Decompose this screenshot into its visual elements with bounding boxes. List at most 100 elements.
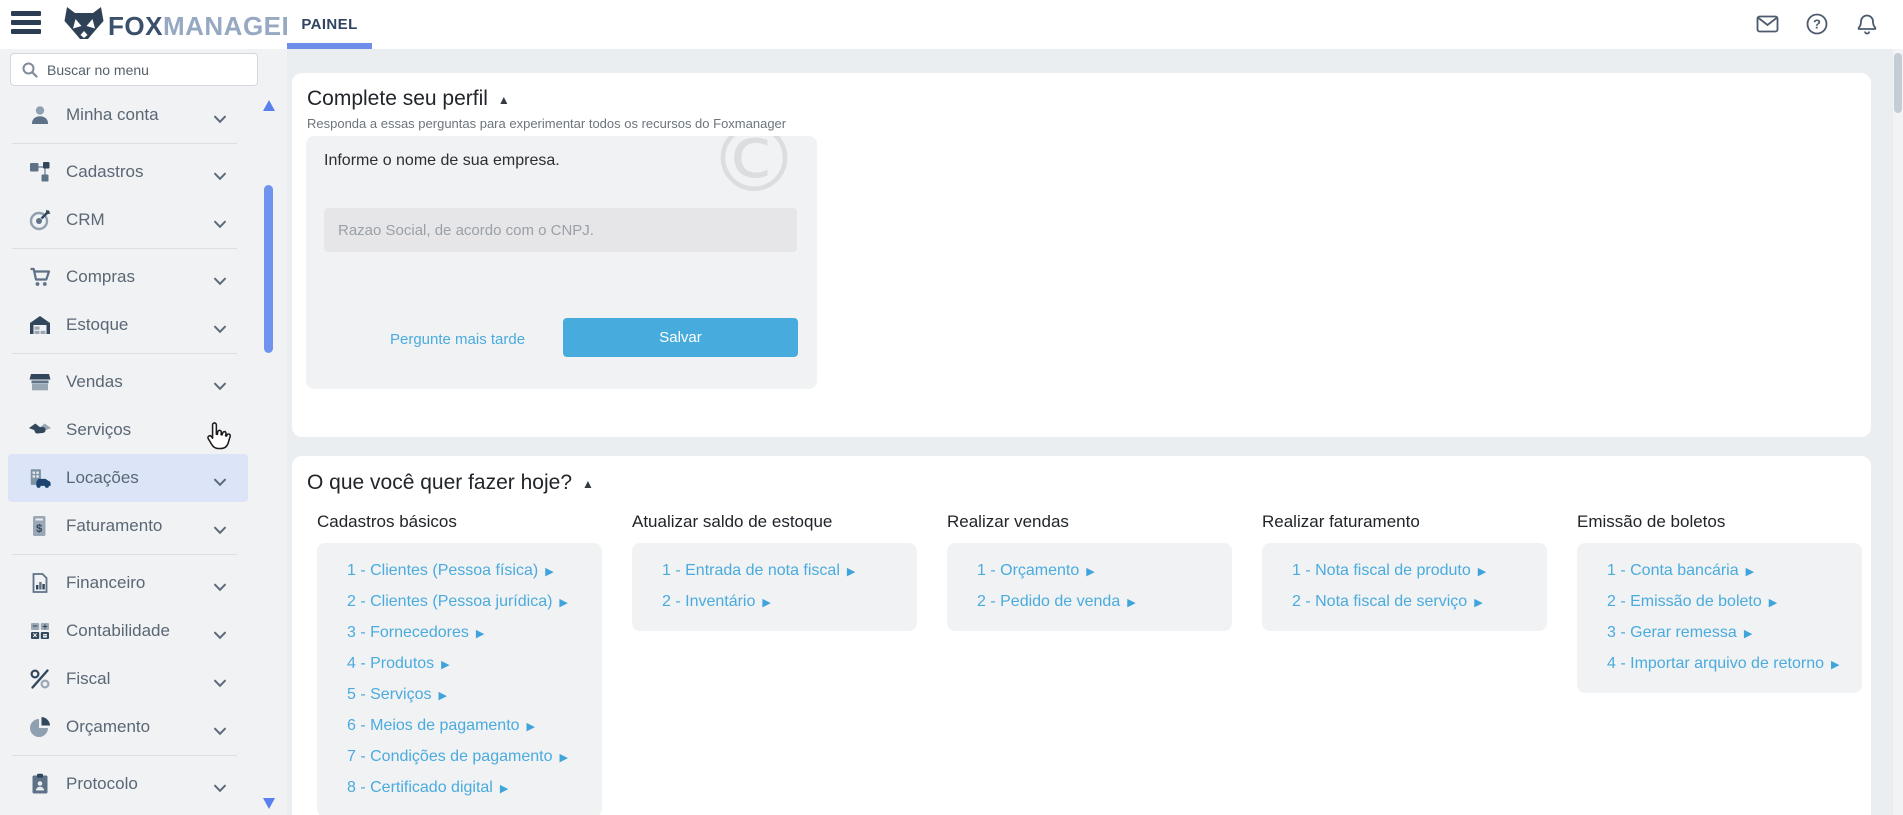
calculator-icon: − + × — [28, 619, 52, 643]
building-car-icon — [28, 466, 52, 490]
sidebar-item-label: Compras — [66, 267, 135, 286]
logo-text-fox: FOX — [108, 11, 163, 41]
fox-logo-icon — [64, 6, 104, 47]
chevron-down-icon[interactable] — [213, 216, 227, 234]
chevron-down-icon[interactable] — [213, 273, 227, 291]
clipboard-icon — [28, 772, 52, 796]
pie-icon — [28, 715, 52, 739]
quick-link[interactable]: 1 - Clientes (Pessoa física) ▶ — [347, 556, 586, 587]
sidebar-item-financeiro[interactable]: Financeiro — [8, 559, 248, 607]
sidebar-item-minha-conta[interactable]: Minha conta — [8, 91, 248, 139]
arrow-right-icon: ▶ — [1745, 566, 1755, 578]
quick-link[interactable]: 6 - Meios de pagamento ▶ — [347, 711, 586, 742]
chevron-down-icon[interactable] — [213, 168, 227, 186]
sidebar-item-cadastros[interactable]: Cadastros — [8, 148, 248, 196]
sidebar-item-label: Faturamento — [66, 516, 163, 535]
quick-link[interactable]: 3 - Fornecedores ▶ — [347, 618, 586, 649]
sidebar-item-fiscal[interactable]: Fiscal — [8, 655, 248, 703]
chevron-down-icon[interactable] — [213, 426, 227, 444]
chevron-down-icon[interactable] — [213, 321, 227, 339]
sidebar-item-estoque[interactable]: Estoque — [8, 301, 248, 349]
sidebar: Minha conta Cadastros CRM Compras Estoque Ven… — [0, 49, 287, 815]
tab-painel[interactable]: PAINEL — [287, 0, 372, 49]
page-scrollbar-thumb[interactable] — [1894, 53, 1902, 113]
sidebar-divider — [12, 248, 237, 249]
svg-text:$: $ — [36, 523, 42, 535]
sidebar-divider — [12, 353, 237, 354]
sidebar-nav: Minha conta Cadastros CRM Compras Estoque Ven… — [0, 91, 255, 808]
sidebar-item-vendas[interactable]: Vendas — [8, 358, 248, 406]
arrow-right-icon: ▶ — [559, 752, 568, 764]
sidebar-item-servicos[interactable]: Serviços — [8, 406, 248, 454]
svg-text:−: − — [32, 621, 37, 631]
chevron-down-icon[interactable] — [213, 675, 227, 693]
mail-icon[interactable] — [1755, 12, 1779, 36]
chevron-down-icon[interactable] — [213, 780, 227, 798]
quick-link[interactable]: 8 - Certificado digital ▶ — [347, 773, 586, 804]
sidebar-scroll-down-icon[interactable] — [263, 798, 275, 809]
arrow-right-icon: ▶ — [762, 597, 771, 609]
hamburger-menu-icon[interactable] — [11, 11, 41, 37]
sidebar-item-label: Protocolo — [66, 774, 138, 793]
user-icon — [28, 103, 52, 127]
column-header: Atualizar saldo de estoque — [632, 512, 833, 531]
chevron-down-icon[interactable] — [213, 627, 227, 645]
page-scrollbar[interactable] — [1893, 49, 1903, 815]
quick-link[interactable]: 1 - Orçamento ▶ — [977, 556, 1216, 587]
quick-link[interactable]: 4 - Produtos ▶ — [347, 649, 586, 680]
quick-link[interactable]: 2 - Emissão de boleto ▶ — [1607, 587, 1846, 618]
menu-search[interactable] — [10, 53, 258, 86]
chevron-down-icon[interactable] — [213, 579, 227, 597]
sidebar-item-faturamento[interactable]: $ Faturamento — [8, 502, 248, 550]
complete-profile-card: Complete seu perfil ▲ Responda a essas p… — [292, 73, 1871, 437]
sidebar-scroll-up-icon[interactable] — [263, 100, 275, 111]
quick-link[interactable]: 2 - Inventário ▶ — [662, 587, 901, 618]
sidebar-item-protocolo[interactable]: Protocolo — [8, 760, 248, 808]
chevron-down-icon[interactable] — [213, 111, 227, 129]
arrow-right-icon: ▶ — [1743, 628, 1753, 640]
quick-link[interactable]: 5 - Serviços ▶ — [347, 680, 586, 711]
quick-link[interactable]: 1 - Entrada de nota fiscal ▶ — [662, 556, 901, 587]
sitemap-icon — [28, 160, 52, 184]
arrow-right-icon: ▶ — [499, 783, 509, 795]
chart-icon — [28, 571, 52, 595]
sidebar-item-compras[interactable]: Compras — [8, 253, 248, 301]
sidebar-item-label: CRM — [66, 210, 105, 229]
sidebar-item-locacoes[interactable]: Locações — [8, 454, 248, 502]
app-logo[interactable]: FOXMANAGER — [64, 6, 301, 47]
sidebar-item-orcamento[interactable]: Orçamento — [8, 703, 248, 751]
quick-link[interactable]: 2 - Pedido de venda ▶ — [977, 587, 1216, 618]
sidebar-item-contabilidade[interactable]: − + × Contabilidade — [8, 607, 248, 655]
column-links-panel: 1 - Nota fiscal de produto ▶ 2 - Nota fisc… — [1262, 543, 1547, 631]
quick-actions-card: O que você quer fazer hoje? ▲ Cadastros … — [292, 456, 1871, 815]
collapse-arrow-icon[interactable]: ▲ — [582, 475, 594, 491]
quick-link[interactable]: 3 - Gerar remessa ▶ — [1607, 618, 1846, 649]
arrow-right-icon: ▶ — [1127, 597, 1136, 609]
quick-link[interactable]: 2 - Clientes (Pessoa jurídica) ▶ — [347, 587, 586, 618]
chevron-down-icon[interactable] — [213, 378, 227, 396]
bell-icon[interactable] — [1855, 12, 1879, 36]
quick-link[interactable]: 1 - Conta bancária ▶ — [1607, 556, 1846, 587]
ask-later-link[interactable]: Pergunte mais tarde — [390, 331, 525, 348]
sidebar-item-crm[interactable]: CRM — [8, 196, 248, 244]
sidebar-scrollbar-thumb[interactable] — [264, 185, 273, 353]
arrow-right-icon: ▶ — [441, 659, 450, 671]
help-icon[interactable]: ? — [1805, 12, 1829, 36]
company-name-input[interactable] — [324, 208, 797, 252]
chevron-down-icon[interactable] — [213, 474, 227, 492]
save-button[interactable]: Salvar — [563, 318, 798, 357]
quick-link[interactable]: 7 - Condições de pagamento ▶ — [347, 742, 586, 773]
quick-link[interactable]: 2 - Nota fiscal de serviço ▶ — [1292, 587, 1531, 618]
handshake-icon — [28, 418, 52, 442]
copyright-watermark: © — [708, 136, 800, 213]
profile-question-label: Informe o nome de sua empresa. — [324, 152, 560, 169]
search-input[interactable] — [47, 61, 227, 78]
sidebar-item-label: Minha conta — [66, 105, 159, 124]
profile-card-title: Complete seu perfil — [307, 87, 488, 110]
quick-actions-column: Emissão de boletos 1 - Conta bancária ▶ 2 -… — [1577, 512, 1862, 693]
quick-link[interactable]: 4 - Importar arquivo de retorno ▶ — [1607, 649, 1846, 680]
collapse-arrow-icon[interactable]: ▲ — [498, 91, 510, 107]
chevron-down-icon[interactable] — [213, 723, 227, 741]
chevron-down-icon[interactable] — [213, 522, 227, 540]
quick-link[interactable]: 1 - Nota fiscal de produto ▶ — [1292, 556, 1531, 587]
